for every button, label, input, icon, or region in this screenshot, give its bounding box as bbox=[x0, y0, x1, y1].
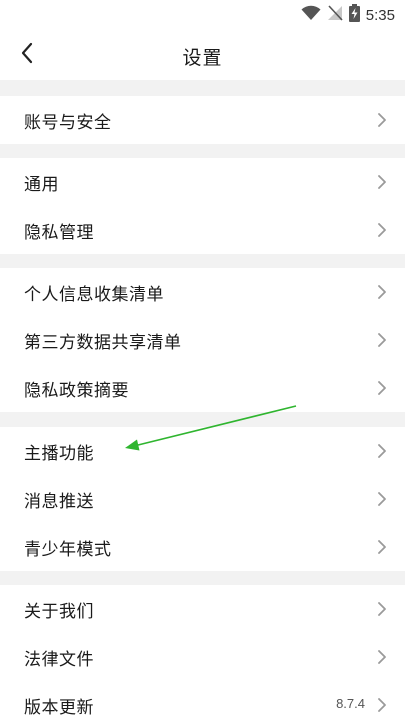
chevron-right-icon bbox=[378, 492, 386, 506]
menu-item-label: 主播功能 bbox=[24, 444, 94, 464]
menu-item-label: 青少年模式 bbox=[24, 540, 112, 560]
chevron-right-icon bbox=[378, 285, 386, 299]
menu-item-push-notifications[interactable]: 消息推送 bbox=[0, 475, 405, 523]
menu-item-label: 消息推送 bbox=[24, 492, 94, 512]
menu-item-label: 法律文件 bbox=[24, 650, 94, 670]
chevron-right-icon bbox=[378, 223, 386, 237]
chevron-right-icon bbox=[378, 381, 386, 395]
menu-item-version-update[interactable]: 版本更新 8.7.4 bbox=[0, 681, 405, 720]
menu-item-privacy-management[interactable]: 隐私管理 bbox=[0, 206, 405, 254]
wifi-icon bbox=[301, 5, 321, 25]
status-icons: 5:35 bbox=[301, 4, 395, 26]
chevron-right-icon bbox=[378, 333, 386, 347]
menu-item-third-party-sharing[interactable]: 第三方数据共享清单 bbox=[0, 316, 405, 364]
status-time: 5:35 bbox=[365, 6, 395, 24]
menu-item-label: 隐私政策摘要 bbox=[24, 381, 129, 401]
menu-item-label: 个人信息收集清单 bbox=[24, 285, 164, 305]
page-title: 设置 bbox=[182, 47, 223, 69]
menu-item-label: 隐私管理 bbox=[24, 223, 94, 243]
no-signal-icon bbox=[327, 5, 343, 25]
menu-item-account-security[interactable]: 账号与安全 bbox=[0, 96, 405, 144]
chevron-right-icon bbox=[378, 113, 386, 127]
menu-item-personal-info-list[interactable]: 个人信息收集清单 bbox=[0, 268, 405, 316]
chevron-right-icon bbox=[378, 650, 386, 664]
status-bar: 5:35 bbox=[0, 0, 405, 30]
menu-item-label: 版本更新 bbox=[24, 698, 94, 718]
menu-item-teen-mode[interactable]: 青少年模式 bbox=[0, 523, 405, 571]
menu-item-label: 通用 bbox=[24, 175, 59, 195]
menu-item-label: 第三方数据共享清单 bbox=[24, 333, 182, 353]
menu-item-legal-documents[interactable]: 法律文件 bbox=[0, 633, 405, 681]
menu-item-host-features[interactable]: 主播功能 bbox=[0, 427, 405, 475]
menu-item-label: 账号与安全 bbox=[24, 113, 112, 133]
menu-item-privacy-summary[interactable]: 隐私政策摘要 bbox=[0, 364, 405, 412]
menu-item-label: 关于我们 bbox=[24, 602, 94, 622]
chevron-right-icon bbox=[378, 175, 386, 189]
settings-screen: 5:35 设置 账号与安全 通用 隐私管理 个人信息收集清单 第三方数据共享清单 bbox=[0, 0, 405, 720]
chevron-right-icon bbox=[378, 698, 386, 712]
chevron-right-icon bbox=[378, 602, 386, 616]
menu-item-about-us[interactable]: 关于我们 bbox=[0, 585, 405, 633]
battery-charging-icon bbox=[348, 4, 360, 26]
top-bar: 设置 bbox=[0, 30, 405, 80]
chevron-right-icon bbox=[378, 540, 386, 554]
chevron-right-icon bbox=[378, 444, 386, 458]
version-number: 8.7.4 bbox=[336, 696, 365, 711]
menu-item-general[interactable]: 通用 bbox=[0, 158, 405, 206]
